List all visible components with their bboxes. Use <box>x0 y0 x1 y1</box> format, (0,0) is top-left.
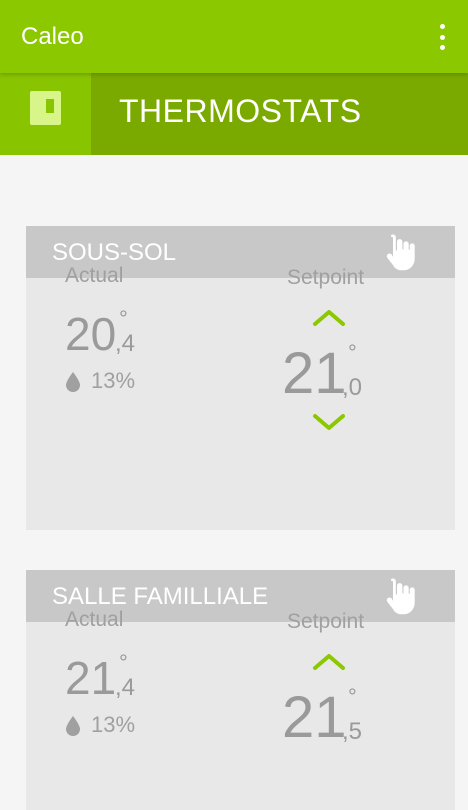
more-vert-icon[interactable] <box>436 24 448 50</box>
chevron-down-icon[interactable] <box>311 412 347 434</box>
thermostat-card: SOUS-SOL Actual 20 ° ,4 13% Setpoint 21 … <box>26 226 455 530</box>
setpoint-label: Setpoint <box>287 610 365 633</box>
actual-temp-integer: 20 <box>65 308 117 360</box>
section-title: THERMOSTATS <box>119 93 362 129</box>
degree-symbol: ° <box>119 306 128 331</box>
degree-symbol: ° <box>348 684 357 709</box>
degree-symbol: ° <box>119 650 128 675</box>
actual-label: Actual <box>65 608 124 631</box>
setpoint-temperature: 21 ° ,5 <box>282 686 392 756</box>
actual-label: Actual <box>65 264 124 287</box>
app-title: Caleo <box>21 23 84 50</box>
setpoint-temp-integer: 21 <box>282 685 347 750</box>
actual-temp-decimal: ,4 <box>115 330 136 357</box>
thermostat-panel-icon[interactable] <box>0 73 91 155</box>
setpoint-label: Setpoint <box>287 266 365 289</box>
actual-temp-decimal: ,4 <box>115 674 136 701</box>
hand-pointer-icon[interactable] <box>384 232 420 272</box>
chevron-up-icon[interactable] <box>311 306 347 328</box>
setpoint-temp-integer: 21 <box>282 341 347 406</box>
humidity-value: 13% <box>91 368 136 393</box>
setpoint-temperature: 21 ° ,0 <box>282 342 392 412</box>
hand-pointer-icon[interactable] <box>384 576 420 616</box>
setpoint-temp-decimal: ,0 <box>342 374 363 401</box>
actual-temperature: 21 ° ,4 <box>65 652 155 712</box>
thermostat-card: SALLE FAMILLIALE Actual 21 ° ,4 13% Setp… <box>26 570 455 810</box>
actual-temperature: 20 ° ,4 <box>65 308 155 368</box>
section-header: THERMOSTATS <box>0 73 468 155</box>
degree-symbol: ° <box>348 340 357 365</box>
setpoint-temp-decimal: ,5 <box>342 718 363 745</box>
water-drop-icon <box>66 716 80 736</box>
water-drop-icon <box>66 372 80 392</box>
humidity-value: 13% <box>91 712 136 737</box>
actual-temp-integer: 21 <box>65 652 117 704</box>
chevron-up-icon[interactable] <box>311 650 347 672</box>
app-bar: Caleo <box>0 0 468 73</box>
